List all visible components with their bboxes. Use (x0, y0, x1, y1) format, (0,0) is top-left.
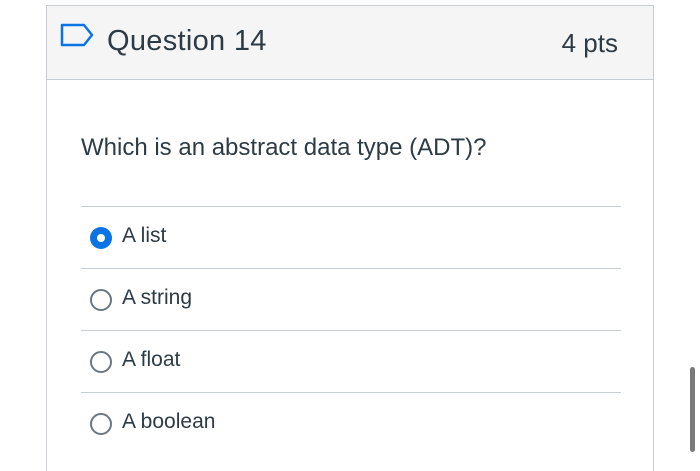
answer-option[interactable]: A string (81, 268, 621, 330)
answer-label[interactable]: A float (122, 348, 180, 372)
answer-option[interactable]: A boolean (81, 392, 621, 454)
question-text: Which is an abstract data type (ADT)? (81, 134, 487, 161)
scrollbar[interactable] (690, 367, 695, 452)
radio-unselected-icon[interactable] (90, 351, 112, 373)
answer-option[interactable]: A float (81, 330, 621, 392)
radio-selected-icon[interactable] (90, 227, 112, 249)
answer-label[interactable]: A string (122, 286, 192, 310)
flag-question-icon[interactable] (60, 23, 94, 47)
answer-option[interactable]: A list (81, 206, 621, 268)
answer-label[interactable]: A boolean (122, 410, 215, 434)
question-header: Question 14 4 pts (47, 6, 653, 80)
answer-list: A list A string A float A boolean (81, 206, 621, 454)
answer-label[interactable]: A list (122, 224, 166, 248)
question-title: Question 14 (107, 25, 267, 57)
question-card: Question 14 4 pts Which is an abstract d… (46, 5, 654, 471)
radio-unselected-icon[interactable] (90, 413, 112, 435)
radio-unselected-icon[interactable] (90, 289, 112, 311)
question-points: 4 pts (561, 28, 618, 58)
